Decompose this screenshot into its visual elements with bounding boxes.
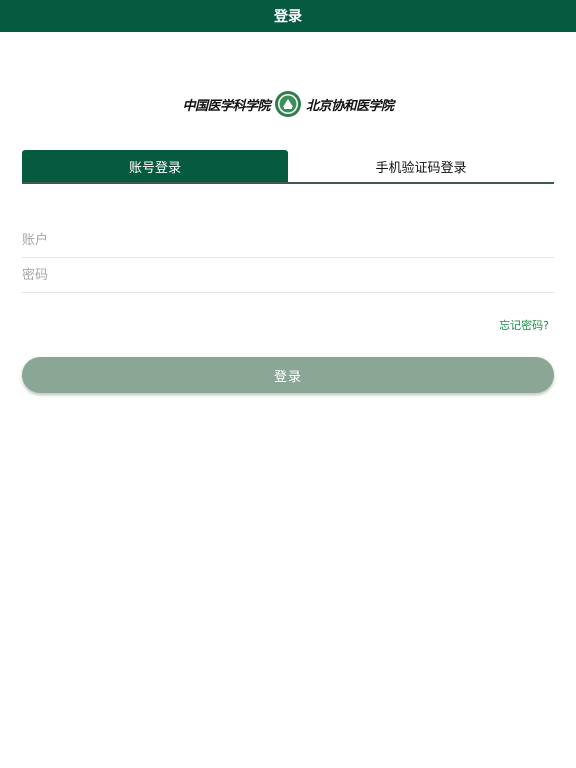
tab-sms-login[interactable]: 手机验证码登录 (288, 150, 554, 182)
forgot-password-link[interactable]: 忘记密码? (499, 317, 549, 333)
seal-icon (275, 91, 301, 117)
logo-text-right: 北京协和医学院 (306, 98, 394, 114)
account-input[interactable] (22, 224, 554, 258)
password-input[interactable] (22, 259, 554, 293)
tab-account-login[interactable]: 账号登录 (22, 150, 288, 182)
login-button[interactable]: 登录 (22, 357, 554, 393)
title-bar: 登录 (0, 0, 576, 32)
page-title: 登录 (274, 9, 302, 25)
institution-logo: 中国医学科学院 北京协和医学院 (182, 86, 394, 122)
logo-text-left: 中国医学科学院 (182, 98, 270, 114)
login-tabs: 账号登录 手机验证码登录 (22, 150, 554, 184)
